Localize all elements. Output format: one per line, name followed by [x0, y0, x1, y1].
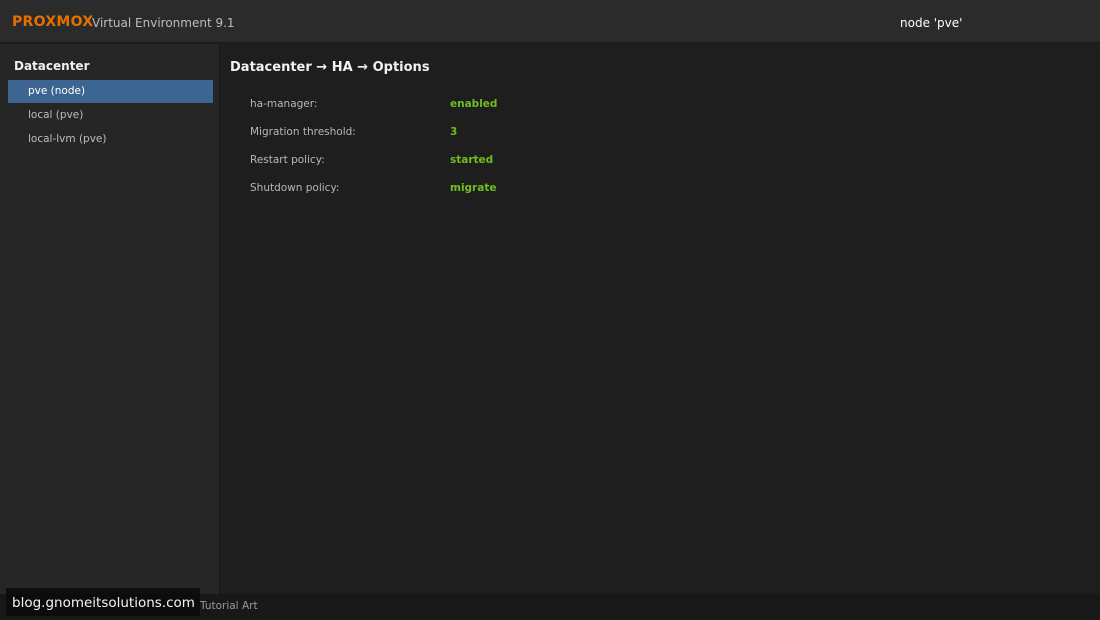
option-row-restart-policy: Restart policy: started: [250, 154, 650, 174]
option-key: Shutdown policy:: [250, 182, 340, 194]
footer-credit: Tutorial Art: [200, 600, 258, 612]
tree-item-pve-node[interactable]: pve (node): [8, 80, 213, 103]
version-label: Virtual Environment 9.1: [92, 16, 235, 30]
resource-tree: Datacenter pve (node) local (pve) local-…: [0, 44, 220, 594]
proxmox-logo[interactable]: PROXMOX: [12, 14, 93, 30]
tree-item-local-lvm-storage[interactable]: local-lvm (pve): [8, 128, 213, 151]
tree-item-local-storage[interactable]: local (pve): [8, 104, 213, 127]
page-title: Datacenter → HA → Options: [230, 60, 430, 75]
option-key: Restart policy:: [250, 154, 325, 166]
option-key: Migration threshold:: [250, 126, 356, 138]
option-value: 3: [450, 126, 458, 138]
sidebar-title-datacenter[interactable]: Datacenter: [14, 59, 89, 73]
watermark-overlay: blog.gnomeitsolutions.com: [6, 588, 200, 616]
top-bar: PROXMOX Virtual Environment 9.1 node 'pv…: [0, 0, 1100, 43]
option-row-migration-threshold: Migration threshold: 3: [250, 126, 650, 146]
node-indicator: node 'pve': [900, 16, 963, 30]
option-value: enabled: [450, 98, 498, 110]
option-key: ha-manager:: [250, 98, 318, 110]
option-row-shutdown-policy: Shutdown policy: migrate: [250, 182, 650, 202]
option-value: migrate: [450, 182, 497, 194]
option-value: started: [450, 154, 494, 166]
option-row-ha-manager: ha-manager: enabled: [250, 98, 650, 118]
content-panel: Datacenter → HA → Options ha-manager: en…: [221, 44, 1100, 594]
